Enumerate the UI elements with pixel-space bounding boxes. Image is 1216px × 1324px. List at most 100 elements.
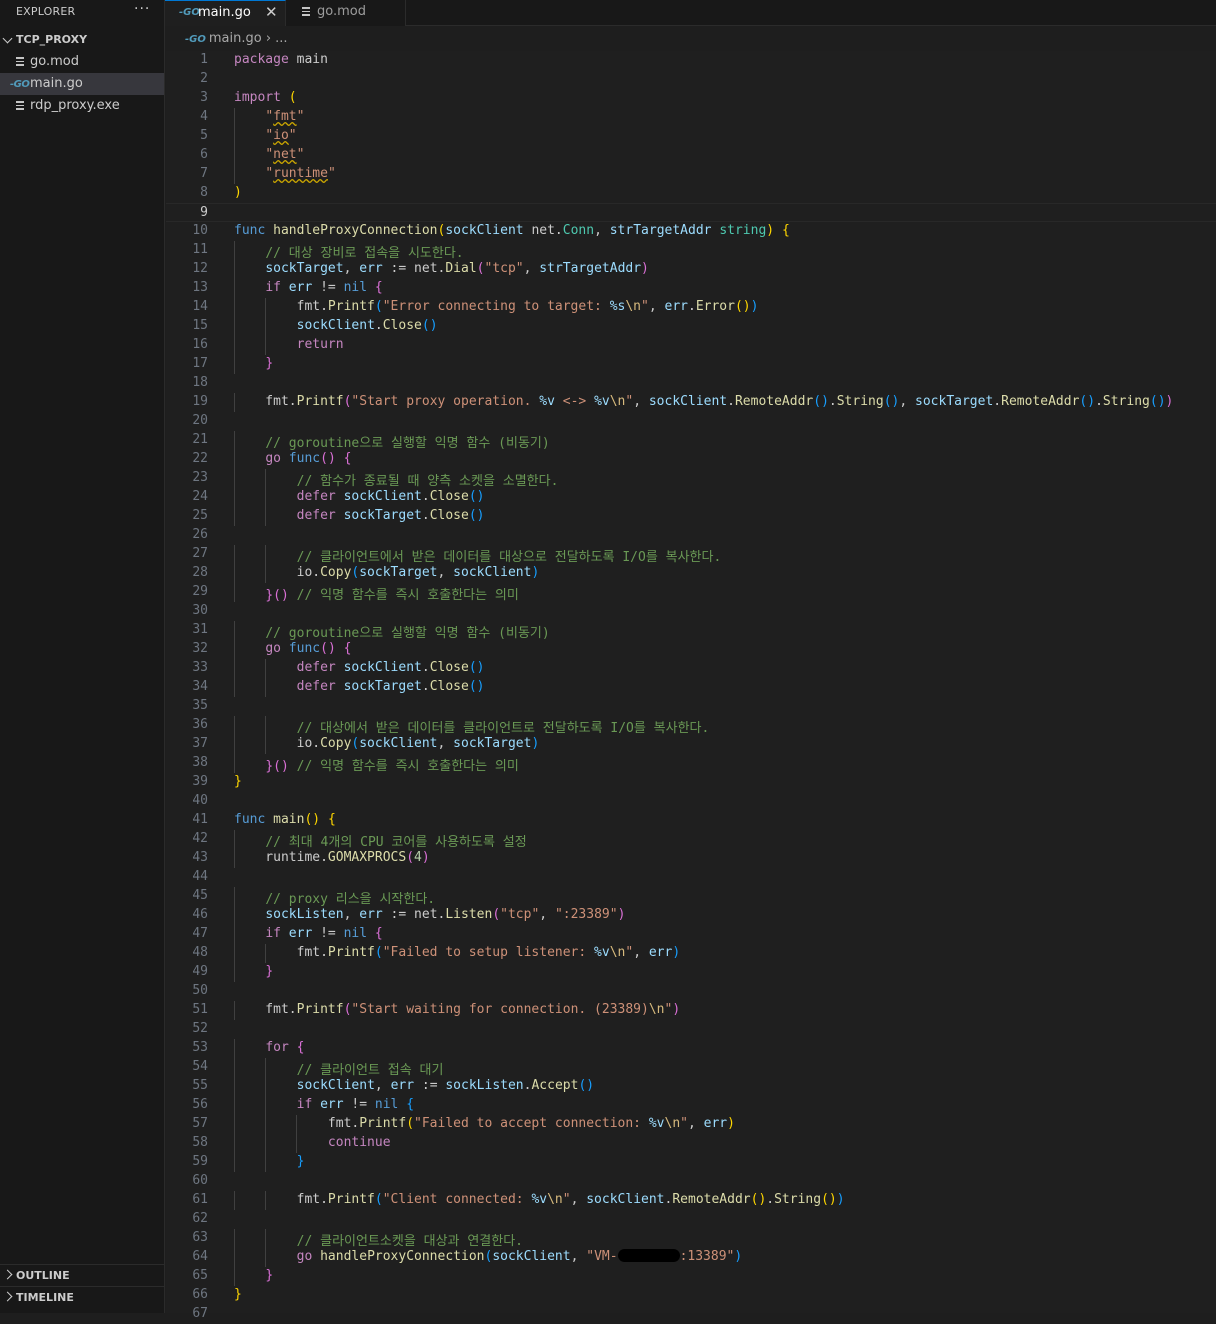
code-line[interactable]: 55 sockClient, err := sockListen.Accept(… xyxy=(166,1077,1216,1096)
code-line[interactable]: 52 xyxy=(166,1020,1216,1039)
code-line[interactable]: 4 "fmt" xyxy=(166,108,1216,127)
code-line[interactable]: 67 xyxy=(166,1305,1216,1324)
code-line[interactable]: 18 xyxy=(166,374,1216,393)
code-line[interactable]: 33 defer sockClient.Close() xyxy=(166,659,1216,678)
code-line[interactable]: 61 fmt.Printf("Client connected: %v\n", … xyxy=(166,1191,1216,1210)
code-line[interactable]: 20 xyxy=(166,412,1216,431)
code-line[interactable]: 5 "io" xyxy=(166,127,1216,146)
file-item-rdp-proxy-exe[interactable]: rdp_proxy.exe xyxy=(0,95,164,117)
code-line[interactable]: 3 import ( xyxy=(166,89,1216,108)
code-line[interactable]: 39} xyxy=(166,773,1216,792)
tab-go-mod[interactable]: go.mod xyxy=(286,0,406,26)
indent-guide xyxy=(234,108,235,127)
code-text: // goroutine으로 실행할 익명 함수 (비동기) xyxy=(265,436,550,451)
code-line[interactable]: 19 fmt.Printf("Start proxy operation. %v… xyxy=(166,393,1216,412)
code-line[interactable]: 32 go func() { xyxy=(166,640,1216,659)
code-line[interactable]: 24 defer sockClient.Close() xyxy=(166,488,1216,507)
indent-guide xyxy=(265,1191,267,1210)
code-line[interactable]: 58 continue xyxy=(166,1134,1216,1153)
code-line[interactable]: 29 }() // 익명 함수를 즉시 호출한다는 의미 xyxy=(166,583,1216,603)
code-text: fmt.Printf("Client connected: %v\n", soc… xyxy=(234,1192,845,1207)
code-line[interactable]: 51 fmt.Printf("Start waiting for connect… xyxy=(166,1001,1216,1020)
outline-panel-header[interactable]: OUTLINE xyxy=(0,1264,164,1287)
tab-main-go[interactable]: -GO main.go ✕ xyxy=(165,0,286,26)
code-line[interactable]: 37 io.Copy(sockClient, sockTarget) xyxy=(166,735,1216,754)
line-number: 49 xyxy=(192,964,208,979)
code-line[interactable]: 15 sockClient.Close() xyxy=(166,317,1216,336)
code-text: import ( xyxy=(234,90,297,105)
code-line[interactable]: 26 xyxy=(166,526,1216,545)
indent-guide xyxy=(234,1001,235,1020)
line-number: 29 xyxy=(192,584,208,599)
code-line[interactable]: 23 // 함수가 종료될 때 양측 소켓을 소멸한다. xyxy=(166,469,1216,489)
code-line[interactable]: 64 go handleProxyConnection(sockClient, … xyxy=(166,1248,1216,1267)
code-line[interactable]: 42 // 최대 4개의 CPU 코어를 사용하도록 설정 xyxy=(166,830,1216,850)
code-line[interactable]: 53 for { xyxy=(166,1039,1216,1058)
code-line[interactable]: 49 } xyxy=(166,963,1216,982)
code-line[interactable]: 50 xyxy=(166,982,1216,1001)
code-line[interactable]: 22 go func() { xyxy=(166,450,1216,469)
line-number: 23 xyxy=(192,470,208,485)
code-line[interactable]: 62 xyxy=(166,1210,1216,1229)
code-line[interactable]: 47 if err != nil { xyxy=(166,925,1216,944)
code-line[interactable]: 59 } xyxy=(166,1153,1216,1172)
code-line[interactable]: 12 sockTarget, err := net.Dial("tcp", st… xyxy=(166,260,1216,279)
code-line[interactable]: 43 runtime.GOMAXPROCS(4) xyxy=(166,849,1216,868)
code-line[interactable]: 56 if err != nil { xyxy=(166,1096,1216,1115)
code-line[interactable]: 14 fmt.Printf("Error connecting to targe… xyxy=(166,298,1216,317)
code-line[interactable]: 40 xyxy=(166,792,1216,811)
code-line[interactable]: 6 "net" xyxy=(166,146,1216,165)
code-line[interactable]: 46 sockListen, err := net.Listen("tcp", … xyxy=(166,906,1216,925)
code-text: func main() { xyxy=(234,812,336,827)
close-icon[interactable]: ✕ xyxy=(265,3,278,21)
more-actions-icon[interactable]: ··· xyxy=(134,1,150,17)
code-line[interactable]: 13 if err != nil { xyxy=(166,279,1216,298)
breadcrumb-more[interactable]: ... xyxy=(275,31,287,46)
code-line[interactable]: 60 xyxy=(166,1172,1216,1191)
code-line[interactable]: 44 xyxy=(166,868,1216,887)
code-line[interactable]: 45 // proxy 리스을 시작한다. xyxy=(166,887,1216,907)
code-line[interactable]: 30 xyxy=(166,602,1216,621)
code-line[interactable]: 8) xyxy=(166,184,1216,203)
code-line[interactable]: 65 } xyxy=(166,1267,1216,1286)
code-line[interactable]: 9 xyxy=(166,203,1216,222)
code-line[interactable]: 41 func main() { xyxy=(166,811,1216,830)
file-item-main-go[interactable]: -GO main.go xyxy=(0,73,164,95)
code-line[interactable]: 10 func handleProxyConnection(sockClient … xyxy=(166,222,1216,241)
folder-header[interactable]: TCP_PROXY xyxy=(0,30,164,50)
code-line[interactable]: 21 // goroutine으로 실행할 익명 함수 (비동기) xyxy=(166,431,1216,451)
code-line[interactable]: 38 }() // 익명 함수를 즉시 호출한다는 의미 xyxy=(166,754,1216,774)
indent-guide xyxy=(234,241,235,260)
code-line[interactable]: 66} xyxy=(166,1286,1216,1305)
code-line[interactable]: 28 io.Copy(sockTarget, sockClient) xyxy=(166,564,1216,583)
line-number: 10 xyxy=(192,223,208,238)
indent-guide xyxy=(265,469,267,488)
code-line[interactable]: 48 fmt.Printf("Failed to setup listener:… xyxy=(166,944,1216,963)
indent-guide xyxy=(234,127,235,146)
timeline-panel-header[interactable]: TIMELINE xyxy=(0,1286,164,1309)
code-line[interactable]: 27 // 클라이언트에서 받은 데이터를 대상으로 전달하도록 I/O를 복사… xyxy=(166,545,1216,565)
code-line[interactable]: 11 // 대상 장비로 접속을 시도한다. xyxy=(166,241,1216,261)
code-line[interactable]: 31 // goroutine으로 실행할 익명 함수 (비동기) xyxy=(166,621,1216,641)
code-editor[interactable]: 1 package main 2 3 import (4 "fmt" 5 "io" 6 "n… xyxy=(166,51,1216,1321)
code-text: // 클라이언트에서 받은 데이터를 대상으로 전달하도록 I/O를 복사한다. xyxy=(296,550,722,565)
code-line[interactable]: 25 defer sockTarget.Close() xyxy=(166,507,1216,526)
line-number: 9 xyxy=(200,205,208,220)
code-line[interactable]: 34 defer sockTarget.Close() xyxy=(166,678,1216,697)
breadcrumb-file[interactable]: main.go xyxy=(209,31,262,46)
code-line[interactable]: 57 fmt.Printf("Failed to accept connecti… xyxy=(166,1115,1216,1134)
breadcrumb[interactable]: -GO main.go › ... xyxy=(185,31,288,49)
code-line[interactable]: 54 // 클라이언트 접속 대기 xyxy=(166,1058,1216,1078)
code-line[interactable]: 7 "runtime" xyxy=(166,165,1216,184)
code-text: defer sockTarget.Close() xyxy=(296,679,485,694)
code-line[interactable]: 36 // 대상에서 받은 데이터를 클라이언트로 전달하도록 I/O를 복사한… xyxy=(166,716,1216,736)
code-line[interactable]: 35 xyxy=(166,697,1216,716)
line-number: 7 xyxy=(200,166,208,181)
code-line[interactable]: 17 } xyxy=(166,355,1216,374)
file-item-go-mod[interactable]: go.mod xyxy=(0,51,164,73)
explorer-sidebar: EXPLORER ··· TCP_PROXY go.mod -GO main.g… xyxy=(0,0,165,1313)
code-line[interactable]: 2 xyxy=(166,70,1216,89)
code-line[interactable]: 63 // 클라이언트소켓을 대상과 연결한다. xyxy=(166,1229,1216,1249)
code-line[interactable]: 16 return xyxy=(166,336,1216,355)
code-line[interactable]: 1 package main xyxy=(166,51,1216,70)
